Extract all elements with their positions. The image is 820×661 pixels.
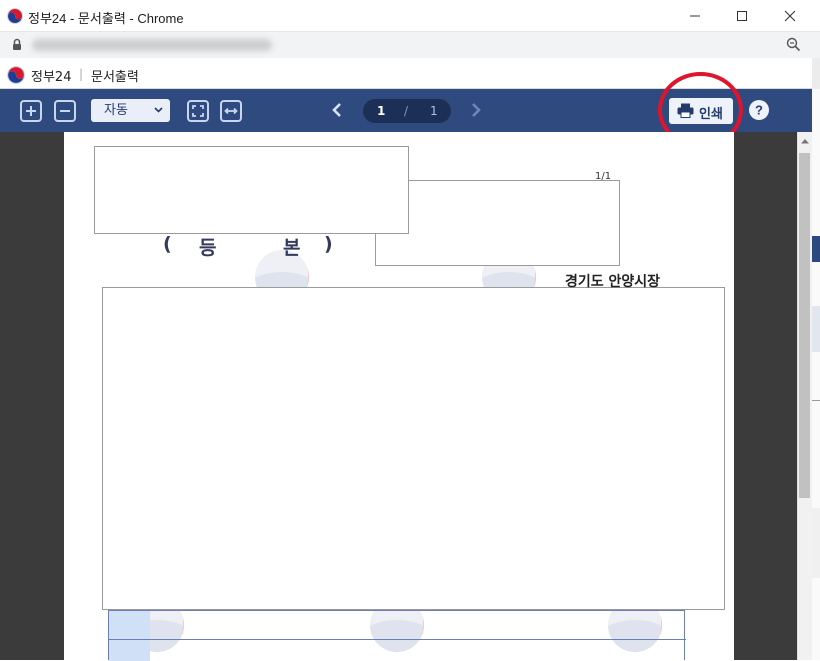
scroll-up-icon[interactable] — [801, 138, 809, 144]
current-page[interactable]: 1 — [377, 104, 385, 118]
fit-page-icon[interactable] — [186, 99, 210, 123]
table-rule — [109, 639, 686, 640]
help-icon[interactable]: ? — [748, 99, 770, 121]
next-page-icon[interactable] — [469, 102, 483, 118]
close-icon — [784, 10, 796, 22]
gov-logo-icon — [7, 66, 25, 84]
scrollbar-thumb[interactable] — [799, 153, 810, 498]
brand-separator: | — [79, 67, 84, 81]
maximize-button[interactable] — [719, 0, 765, 32]
help-label: ? — [755, 103, 763, 118]
page-indicator[interactable]: 1 / 1 — [363, 99, 451, 123]
lock-icon — [13, 38, 21, 50]
maximize-icon — [737, 11, 747, 21]
document-table — [108, 610, 686, 661]
url-blurred — [32, 39, 272, 51]
prev-page-icon[interactable] — [330, 102, 344, 118]
redaction-box — [375, 180, 620, 266]
chevron-down-icon — [154, 107, 163, 113]
zoom-select-value: 자동 — [104, 103, 128, 118]
minimize-icon — [690, 15, 700, 17]
background-window — [812, 58, 820, 660]
redaction-box — [102, 287, 725, 610]
window-titlebar: 정부24 - 문서출력 - Chrome — [0, 0, 820, 32]
zoom-in-icon[interactable] — [19, 99, 43, 123]
heading-char-1: 등 — [199, 237, 217, 259]
heading-close-paren: ) — [324, 233, 333, 255]
total-pages: 1 — [430, 104, 438, 118]
zoom-out-icon[interactable] — [53, 99, 77, 123]
window-title: 정부24 - 문서출력 - Chrome — [28, 11, 184, 26]
zoom-icon[interactable] — [786, 37, 801, 52]
issuer-name: 경기도 안양시장 — [565, 274, 661, 290]
minimize-button[interactable] — [672, 0, 718, 32]
page-separator: / — [404, 104, 409, 118]
redaction-box — [94, 146, 409, 234]
site-brand: 정부24 — [31, 70, 72, 85]
zoom-select[interactable]: 자동 — [91, 99, 170, 122]
fit-width-icon[interactable] — [219, 99, 243, 123]
address-bar[interactable] — [0, 32, 820, 58]
close-button[interactable] — [767, 0, 813, 32]
heading-open-paren: ( — [163, 233, 172, 255]
document-page-number: 1/1 — [595, 171, 612, 182]
table-cell-highlight — [109, 611, 150, 661]
heading-char-2: 본 — [283, 237, 301, 259]
gov-logo-icon — [7, 8, 23, 24]
page-title: 문서출력 — [91, 70, 139, 85]
